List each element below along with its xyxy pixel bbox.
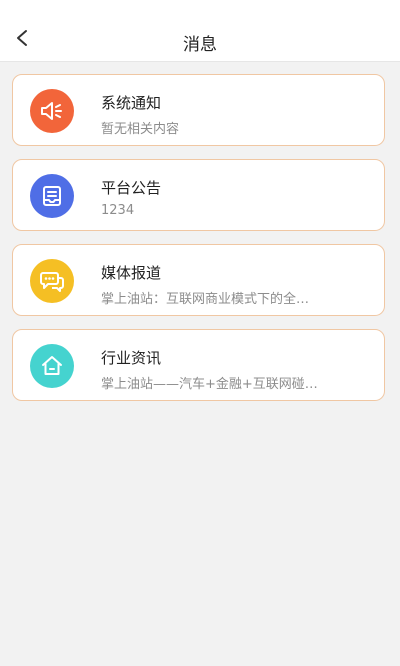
card-title: 平台公告 bbox=[101, 179, 162, 197]
card-subtitle: 掌上油站——汽车+金融+互联网碰… bbox=[101, 377, 318, 392]
card-title: 行业资讯 bbox=[101, 349, 162, 367]
card-industry-news[interactable]: 行业资讯 掌上油站——汽车+金融+互联网碰… bbox=[12, 329, 385, 401]
message-category-list: 系统通知 暂无相关内容 平台公告 1234 媒体报道 掌上油站：互联网商业模式下… bbox=[12, 74, 385, 414]
card-media-report[interactable]: 媒体报道 掌上油站：互联网商业模式下的全… bbox=[12, 244, 385, 316]
chat-bubble-icon bbox=[40, 272, 64, 292]
top-bar: 消息 bbox=[0, 0, 400, 62]
icon-circle bbox=[30, 344, 74, 388]
speaker-icon bbox=[41, 102, 62, 120]
icon-circle bbox=[30, 174, 74, 218]
card-title: 系统通知 bbox=[101, 94, 162, 112]
card-subtitle: 掌上油站：互联网商业模式下的全… bbox=[101, 292, 310, 307]
card-title: 媒体报道 bbox=[101, 264, 162, 282]
card-system-notice[interactable]: 系统通知 暂无相关内容 bbox=[12, 74, 385, 146]
card-subtitle: 1234 bbox=[101, 203, 135, 218]
announcement-tray-icon bbox=[43, 186, 61, 206]
card-platform-announcement[interactable]: 平台公告 1234 bbox=[12, 159, 385, 231]
icon-circle bbox=[30, 259, 74, 303]
card-subtitle: 暂无相关内容 bbox=[101, 122, 180, 137]
house-icon bbox=[42, 356, 62, 375]
page-title: 消息 bbox=[183, 35, 217, 55]
icon-circle bbox=[30, 89, 74, 133]
